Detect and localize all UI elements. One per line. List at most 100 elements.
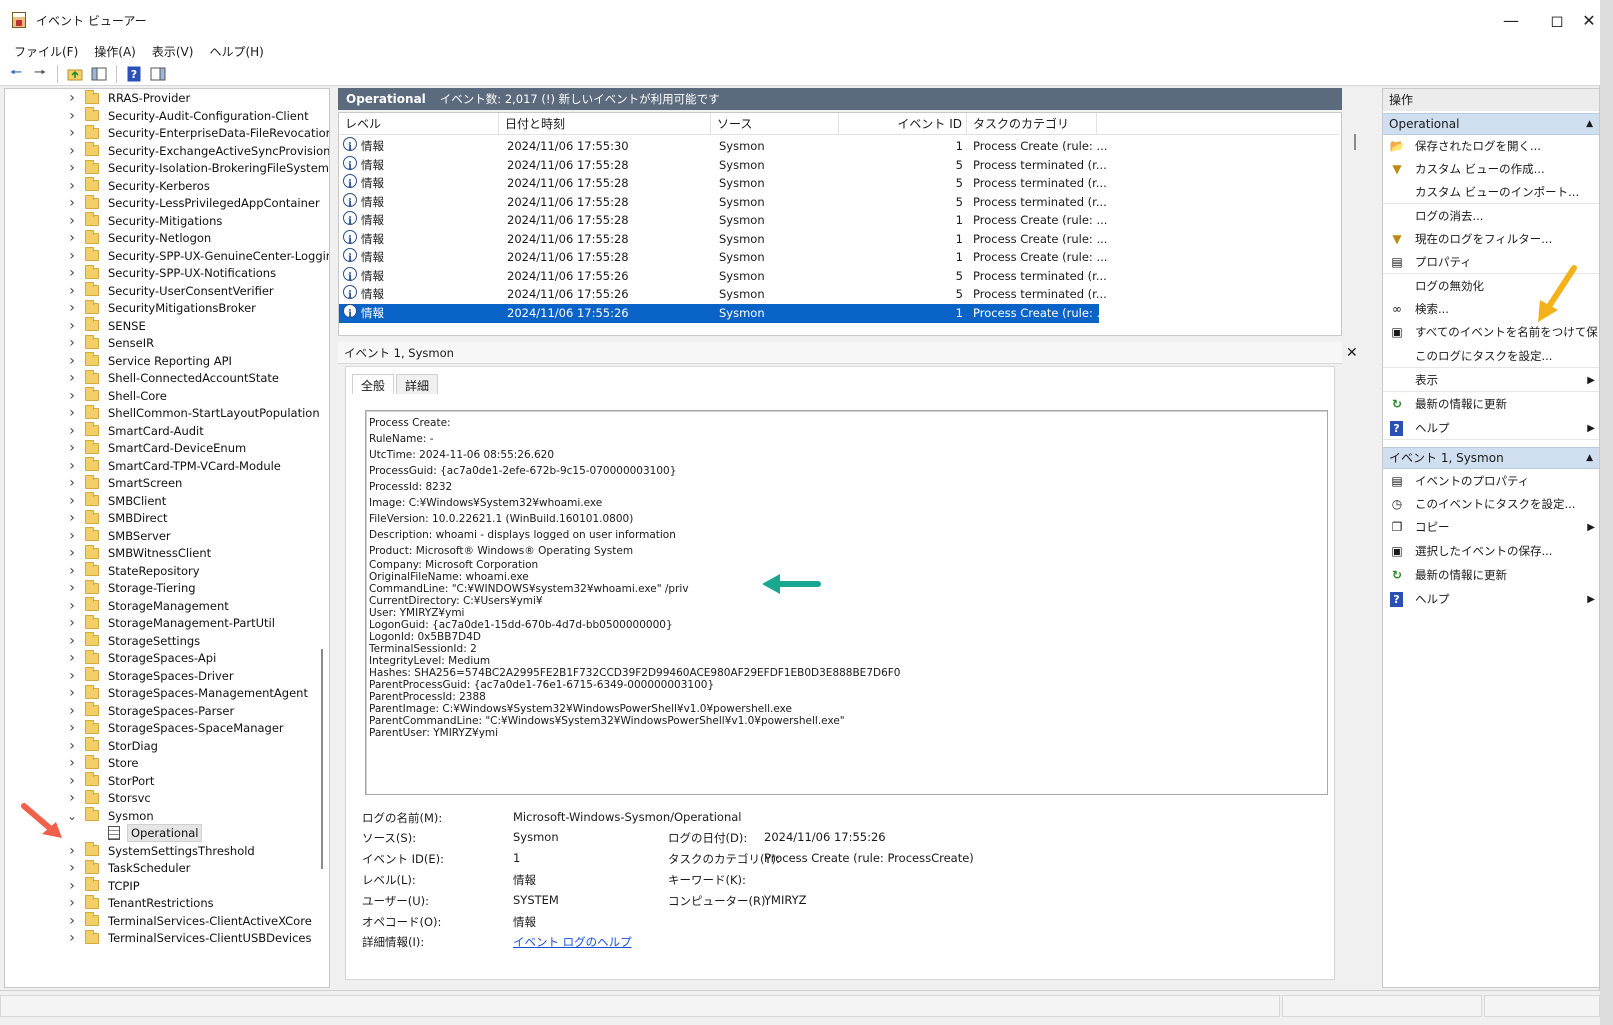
tree-item[interactable]: › SMBWitnessClient — [5, 544, 325, 562]
chevron-right-icon[interactable]: › — [67, 405, 77, 421]
column-level[interactable]: レベル — [339, 113, 499, 135]
tree-item[interactable]: › SMBDirect — [5, 509, 325, 527]
chevron-right-icon[interactable]: › — [67, 353, 77, 369]
event-row[interactable]: i 情報 2024/11/06 17:55:28 Sysmon 5 Process ter… — [339, 155, 1339, 175]
menu-action[interactable]: 操作(A) — [86, 43, 144, 60]
chevron-right-icon[interactable]: › — [67, 755, 77, 771]
maximize-button[interactable]: ◻ — [1534, 0, 1580, 40]
event-list-scrollbar[interactable] — [1354, 134, 1356, 150]
tree-item[interactable]: › StorPort — [5, 772, 325, 790]
tree-item[interactable]: › SenseIR — [5, 334, 325, 352]
collapse-caret-icon[interactable]: ▲ — [1586, 114, 1593, 134]
tree-item[interactable]: › SmartCard-Audit — [5, 422, 325, 440]
chevron-right-icon[interactable]: › — [67, 615, 77, 631]
chevron-right-icon[interactable]: › — [67, 878, 77, 894]
tree-item[interactable]: › Security-SPP-UX-GenuineCenter-Loggin — [5, 247, 329, 265]
tree-item[interactable]: › TaskScheduler — [5, 859, 325, 877]
close-button[interactable]: ✕ — [1578, 0, 1600, 40]
chevron-right-icon[interactable]: › — [67, 178, 77, 194]
tree-item[interactable]: › StorDiag — [5, 737, 325, 755]
menu-file[interactable]: ファイル(F) — [6, 43, 86, 60]
tree-item[interactable]: › Security-Kerberos — [5, 177, 325, 195]
chevron-right-icon[interactable]: › — [67, 598, 77, 614]
action-attach-task-to-event[interactable]: ◷ このイベントにタスクを設定... — [1383, 493, 1599, 515]
tree-item[interactable]: › TCPIP — [5, 877, 325, 895]
chevron-right-icon[interactable]: › — [67, 493, 77, 509]
chevron-right-icon[interactable]: › — [67, 283, 77, 299]
event-row[interactable]: i 情報 2024/11/06 17:55:28 Sysmon 1 Process Cre… — [339, 248, 1339, 267]
tree-item[interactable]: › SmartCard-DeviceEnum — [5, 439, 325, 457]
chevron-right-icon[interactable]: › — [67, 668, 77, 684]
chevron-right-icon[interactable]: › — [67, 773, 77, 789]
tree-item[interactable]: › SecurityMitigationsBroker — [5, 299, 325, 317]
tree-item[interactable]: › ShellCommon-StartLayoutPopulation — [5, 404, 325, 422]
log-tree-pane[interactable]: › RRAS-Provider › Security-Audit-Configurat… — [4, 88, 330, 988]
tree-item[interactable]: › Security-Audit-Configuration-Client — [5, 107, 325, 125]
chevron-right-icon[interactable]: › — [67, 563, 77, 579]
action-help[interactable]: ? ヘルプ ▶ — [1383, 417, 1599, 439]
tree-item[interactable]: › Shell-Core — [5, 387, 325, 405]
show-hide-tree-icon[interactable] — [89, 64, 109, 84]
tree-item[interactable]: › SENSE — [5, 317, 325, 335]
chevron-right-icon[interactable]: › — [67, 143, 77, 159]
event-row[interactable]: i 情報 2024/11/06 17:55:26 Sysmon 1 Process Cre… — [339, 303, 1107, 323]
chevron-right-icon[interactable]: › — [67, 510, 77, 526]
tree-item[interactable]: › TenantRestrictions — [5, 894, 325, 912]
chevron-right-icon[interactable]: › — [67, 248, 77, 264]
tree-item[interactable]: › StorageSpaces-ManagementAgent — [5, 684, 325, 702]
chevron-down-icon[interactable]: ⌄ — [67, 809, 77, 823]
chevron-right-icon[interactable]: › — [67, 913, 77, 929]
tree-item[interactable]: › StorageManagement-PartUtil — [5, 614, 325, 632]
chevron-right-icon[interactable]: › — [67, 423, 77, 439]
chevron-right-icon[interactable]: › — [67, 370, 77, 386]
chevron-right-icon[interactable]: › — [67, 633, 77, 649]
chevron-right-icon[interactable]: › — [67, 458, 77, 474]
chevron-right-icon[interactable]: › — [67, 703, 77, 719]
column-event-id[interactable]: イベント ID — [839, 113, 967, 135]
tree-item[interactable]: › Security-Netlogon — [5, 229, 325, 247]
action-import-custom-view[interactable]: カスタム ビューのインポート... — [1383, 181, 1599, 203]
tree-item[interactable]: › StorageManagement — [5, 597, 325, 615]
tree-item[interactable]: › TerminalServices-ClientActiveXCore — [5, 912, 325, 930]
chevron-right-icon[interactable]: › — [67, 545, 77, 561]
tree-item[interactable]: › StorageSpaces-Driver — [5, 667, 325, 685]
show-hide-action-pane-icon[interactable] — [148, 64, 168, 84]
chevron-right-icon[interactable]: › — [67, 895, 77, 911]
tree-scrollbar[interactable] — [321, 649, 323, 869]
chevron-right-icon[interactable]: › — [67, 388, 77, 404]
tree-item[interactable]: › SMBClient — [5, 492, 325, 510]
tree-item[interactable]: › StorageSpaces-Api — [5, 649, 325, 667]
tree-item[interactable]: › StorageSettings — [5, 632, 325, 650]
tree-item[interactable]: › Security-ExchangeActiveSyncProvisionin — [5, 142, 329, 160]
tree-item[interactable]: › Security-UserConsentVerifier — [5, 282, 325, 300]
chevron-right-icon[interactable]: › — [67, 160, 77, 176]
actions-section-operational[interactable]: Operational ▲ — [1383, 113, 1599, 135]
column-date-time[interactable]: 日付と時刻 — [499, 113, 711, 135]
tree-item[interactable]: › Shell-ConnectedAccountState — [5, 369, 325, 387]
tree-item[interactable]: › RRAS-Provider — [5, 89, 325, 107]
event-row[interactable]: i 情報 2024/11/06 17:55:28 Sysmon 1 Process Cre… — [339, 229, 1339, 249]
chevron-right-icon[interactable]: › — [67, 720, 77, 736]
event-row[interactable]: i 情報 2024/11/06 17:55:28 Sysmon 1 Process Cre… — [339, 211, 1339, 230]
chevron-right-icon[interactable]: › — [67, 580, 77, 596]
event-row[interactable]: i 情報 2024/11/06 17:55:26 Sysmon 5 Process ter… — [339, 285, 1339, 304]
action-save-selected-events[interactable]: ▣ 選択したイベントの保存... — [1383, 540, 1599, 562]
menu-help[interactable]: ヘルプ(H) — [201, 43, 271, 60]
tree-item[interactable]: › TerminalServices-ClientUSBDevices — [5, 929, 325, 947]
chevron-right-icon[interactable]: › — [67, 230, 77, 246]
event-row[interactable]: i 情報 2024/11/06 17:55:28 Sysmon 5 Process ter… — [339, 174, 1339, 193]
chevron-right-icon[interactable]: › — [67, 265, 77, 281]
tree-item[interactable]: › Security-Mitigations — [5, 212, 325, 230]
action-attach-task-to-log[interactable]: このログにタスクを設定... — [1383, 345, 1599, 367]
tree-item[interactable]: › Security-LessPrivilegedAppContainer — [5, 194, 325, 212]
chevron-right-icon[interactable]: › — [67, 195, 77, 211]
chevron-right-icon[interactable]: › — [67, 475, 77, 491]
collapse-caret-icon[interactable]: ▲ — [1586, 448, 1593, 468]
action-open-saved-log[interactable]: 📂 保存されたログを開く... — [1383, 135, 1599, 157]
menu-view[interactable]: 表示(V) — [144, 43, 202, 60]
help-icon[interactable]: ? — [124, 64, 144, 84]
action-clear-log[interactable]: ログの消去... — [1383, 205, 1599, 227]
tree-item[interactable]: › Store — [5, 754, 325, 772]
back-arrow-icon[interactable]: 🠔 — [6, 64, 26, 84]
action-event-properties[interactable]: ▤ イベントのプロパティ — [1383, 470, 1599, 492]
